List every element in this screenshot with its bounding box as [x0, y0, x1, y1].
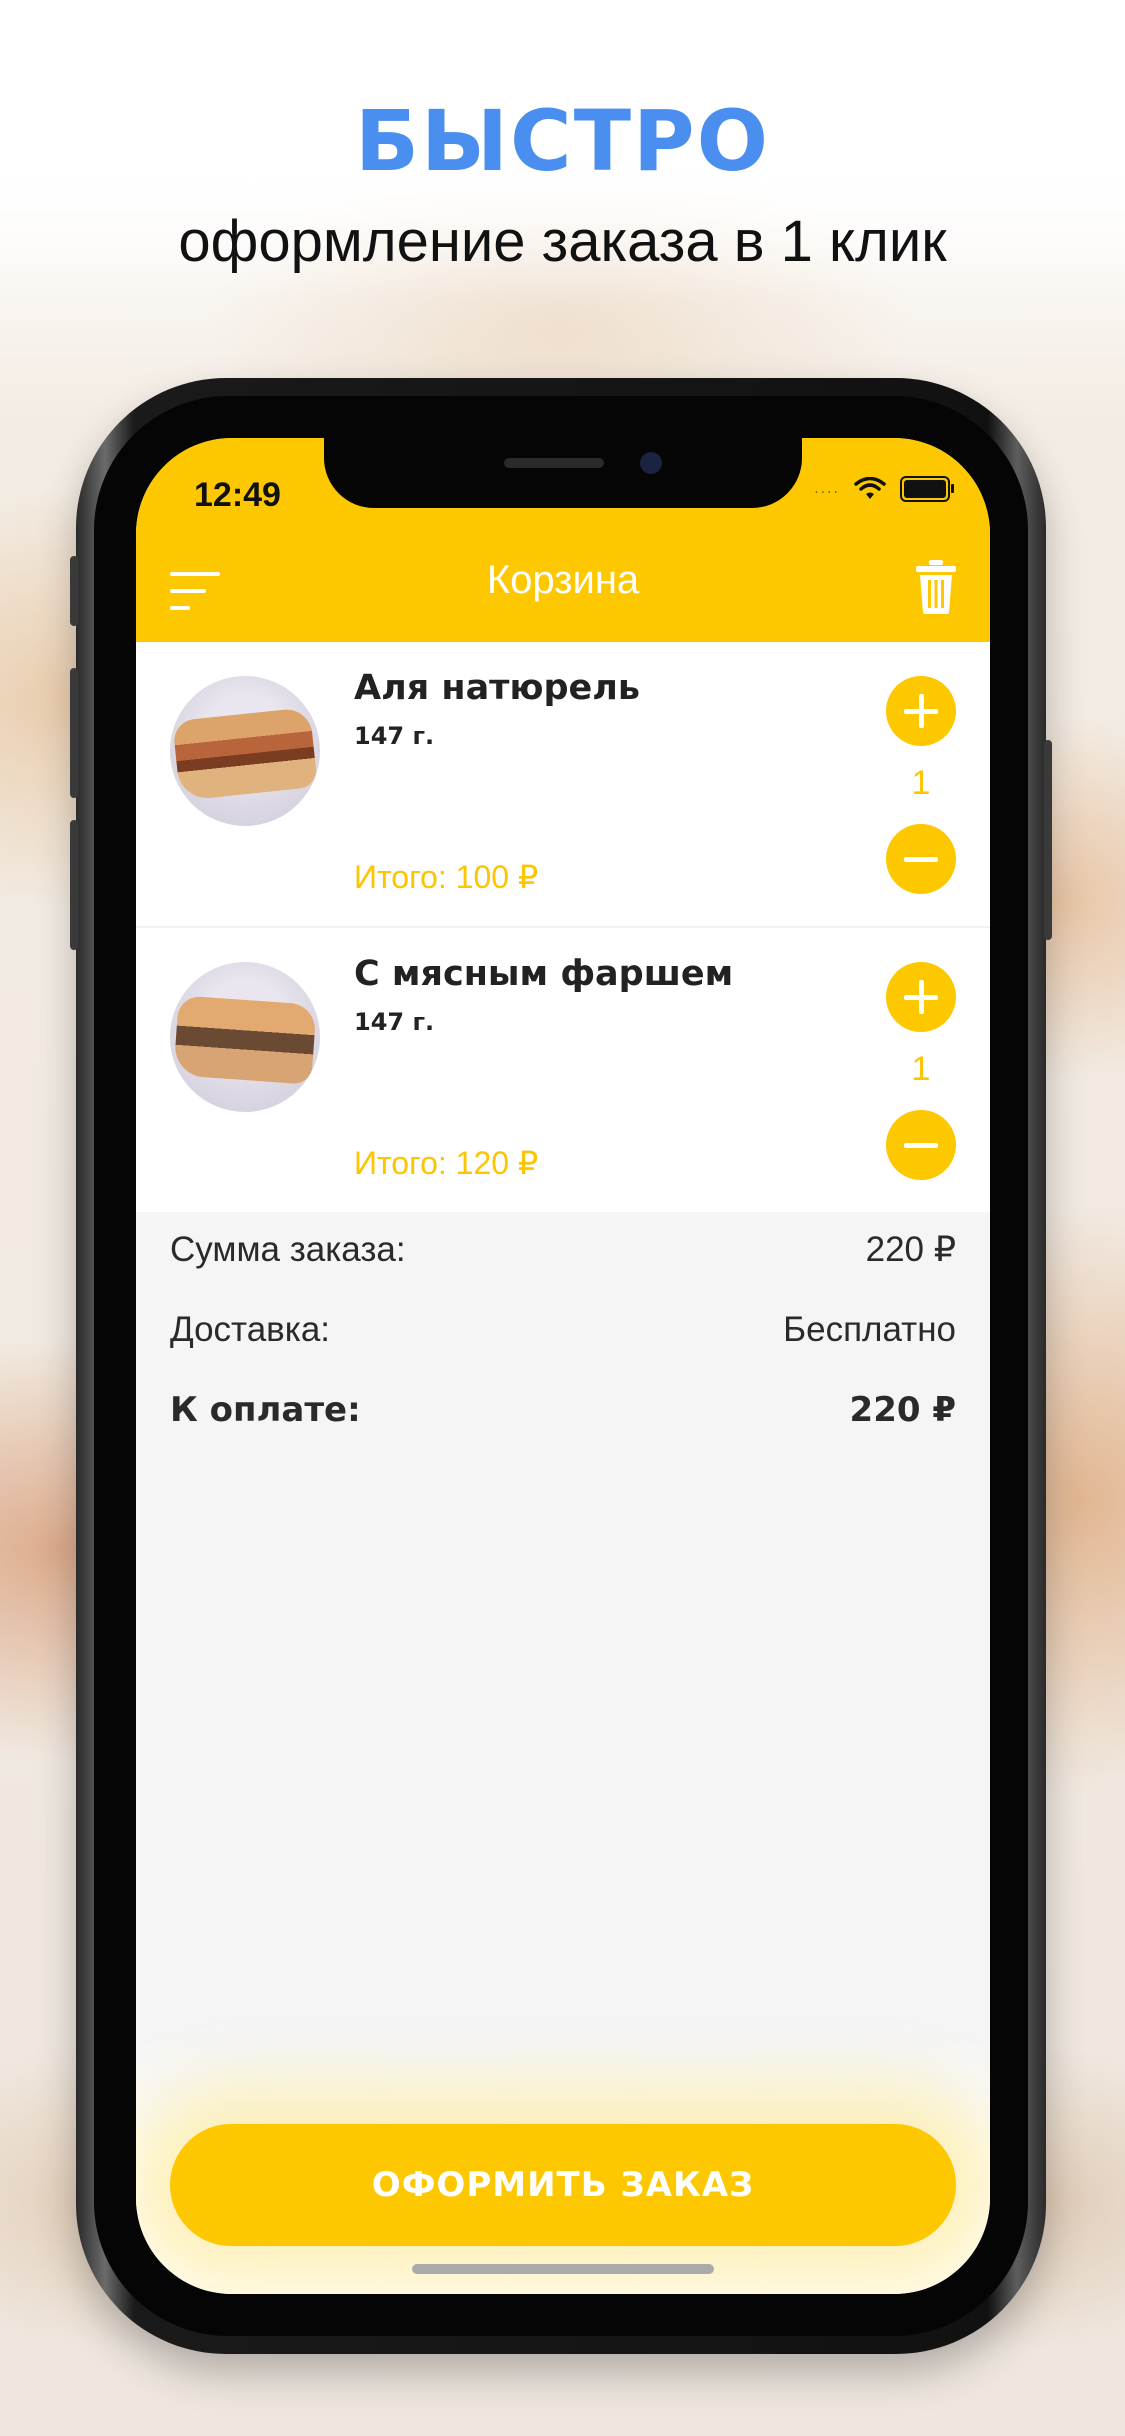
increase-quantity-button[interactable] — [886, 962, 956, 1032]
delivery-value: Бесплатно — [783, 1310, 956, 1349]
increase-quantity-button[interactable] — [886, 676, 956, 746]
battery-icon — [900, 476, 954, 502]
quantity-value: 1 — [911, 764, 931, 802]
total-value: 220 ₽ — [849, 1390, 956, 1430]
page-title: Корзина — [486, 558, 640, 602]
delivery-row: Доставка: Бесплатно — [170, 1290, 956, 1370]
product-weight: 147 г. — [354, 1008, 435, 1036]
product-name: Аля натюрель — [354, 668, 641, 708]
product-weight: 147 г. — [354, 722, 435, 750]
phone-power-button — [1044, 740, 1052, 940]
phone-mute-switch — [70, 556, 78, 626]
minus-icon — [904, 857, 938, 862]
subtotal-label: Сумма заказа: — [170, 1230, 406, 1269]
cart-list: Аля натюрель 147 г. Итого: 100 ₽ 1 С мяс… — [136, 642, 990, 1212]
status-icons: .... — [814, 476, 954, 502]
trash-icon[interactable] — [916, 560, 956, 614]
phone-volume-down — [70, 820, 78, 950]
signal-icon: .... — [814, 481, 840, 497]
product-image — [170, 676, 320, 826]
home-indicator[interactable] — [412, 2264, 714, 2274]
decrease-quantity-button[interactable] — [886, 824, 956, 894]
order-summary: Сумма заказа: 220 ₽ Доставка: Бесплатно … — [170, 1210, 956, 1450]
promo-subline: оформление заказа в 1 клик — [178, 209, 947, 274]
checkout-button[interactable]: ОФОРМИТЬ ЗАКАЗ — [170, 2124, 956, 2246]
product-total: Итого: 120 ₽ — [354, 1145, 539, 1181]
subtotal-row: Сумма заказа: 220 ₽ — [170, 1210, 956, 1290]
product-total: Итого: 100 ₽ — [354, 859, 539, 895]
minus-icon — [904, 1143, 938, 1148]
decrease-quantity-button[interactable] — [886, 1110, 956, 1180]
phone-volume-up — [70, 668, 78, 798]
delivery-label: Доставка: — [170, 1310, 331, 1349]
total-label: К оплате: — [170, 1390, 361, 1430]
cart-item: С мясным фаршем 147 г. Итого: 120 ₽ 1 — [136, 928, 990, 1212]
product-image — [170, 962, 320, 1112]
cart-item: Аля натюрель 147 г. Итого: 100 ₽ 1 — [136, 642, 990, 928]
wifi-icon — [854, 477, 886, 499]
quantity-value: 1 — [911, 1050, 931, 1088]
app-screen: 12:49 .... Корзина Аля натюрель 147 г. И… — [136, 438, 990, 2294]
phone-notch — [324, 438, 802, 508]
product-name: С мясным фаршем — [354, 954, 734, 994]
promo-headline: БЫСТРО — [355, 92, 770, 190]
subtotal-value: 220 ₽ — [865, 1230, 956, 1269]
total-row: К оплате: 220 ₽ — [170, 1370, 956, 1450]
status-time: 12:49 — [194, 476, 281, 514]
